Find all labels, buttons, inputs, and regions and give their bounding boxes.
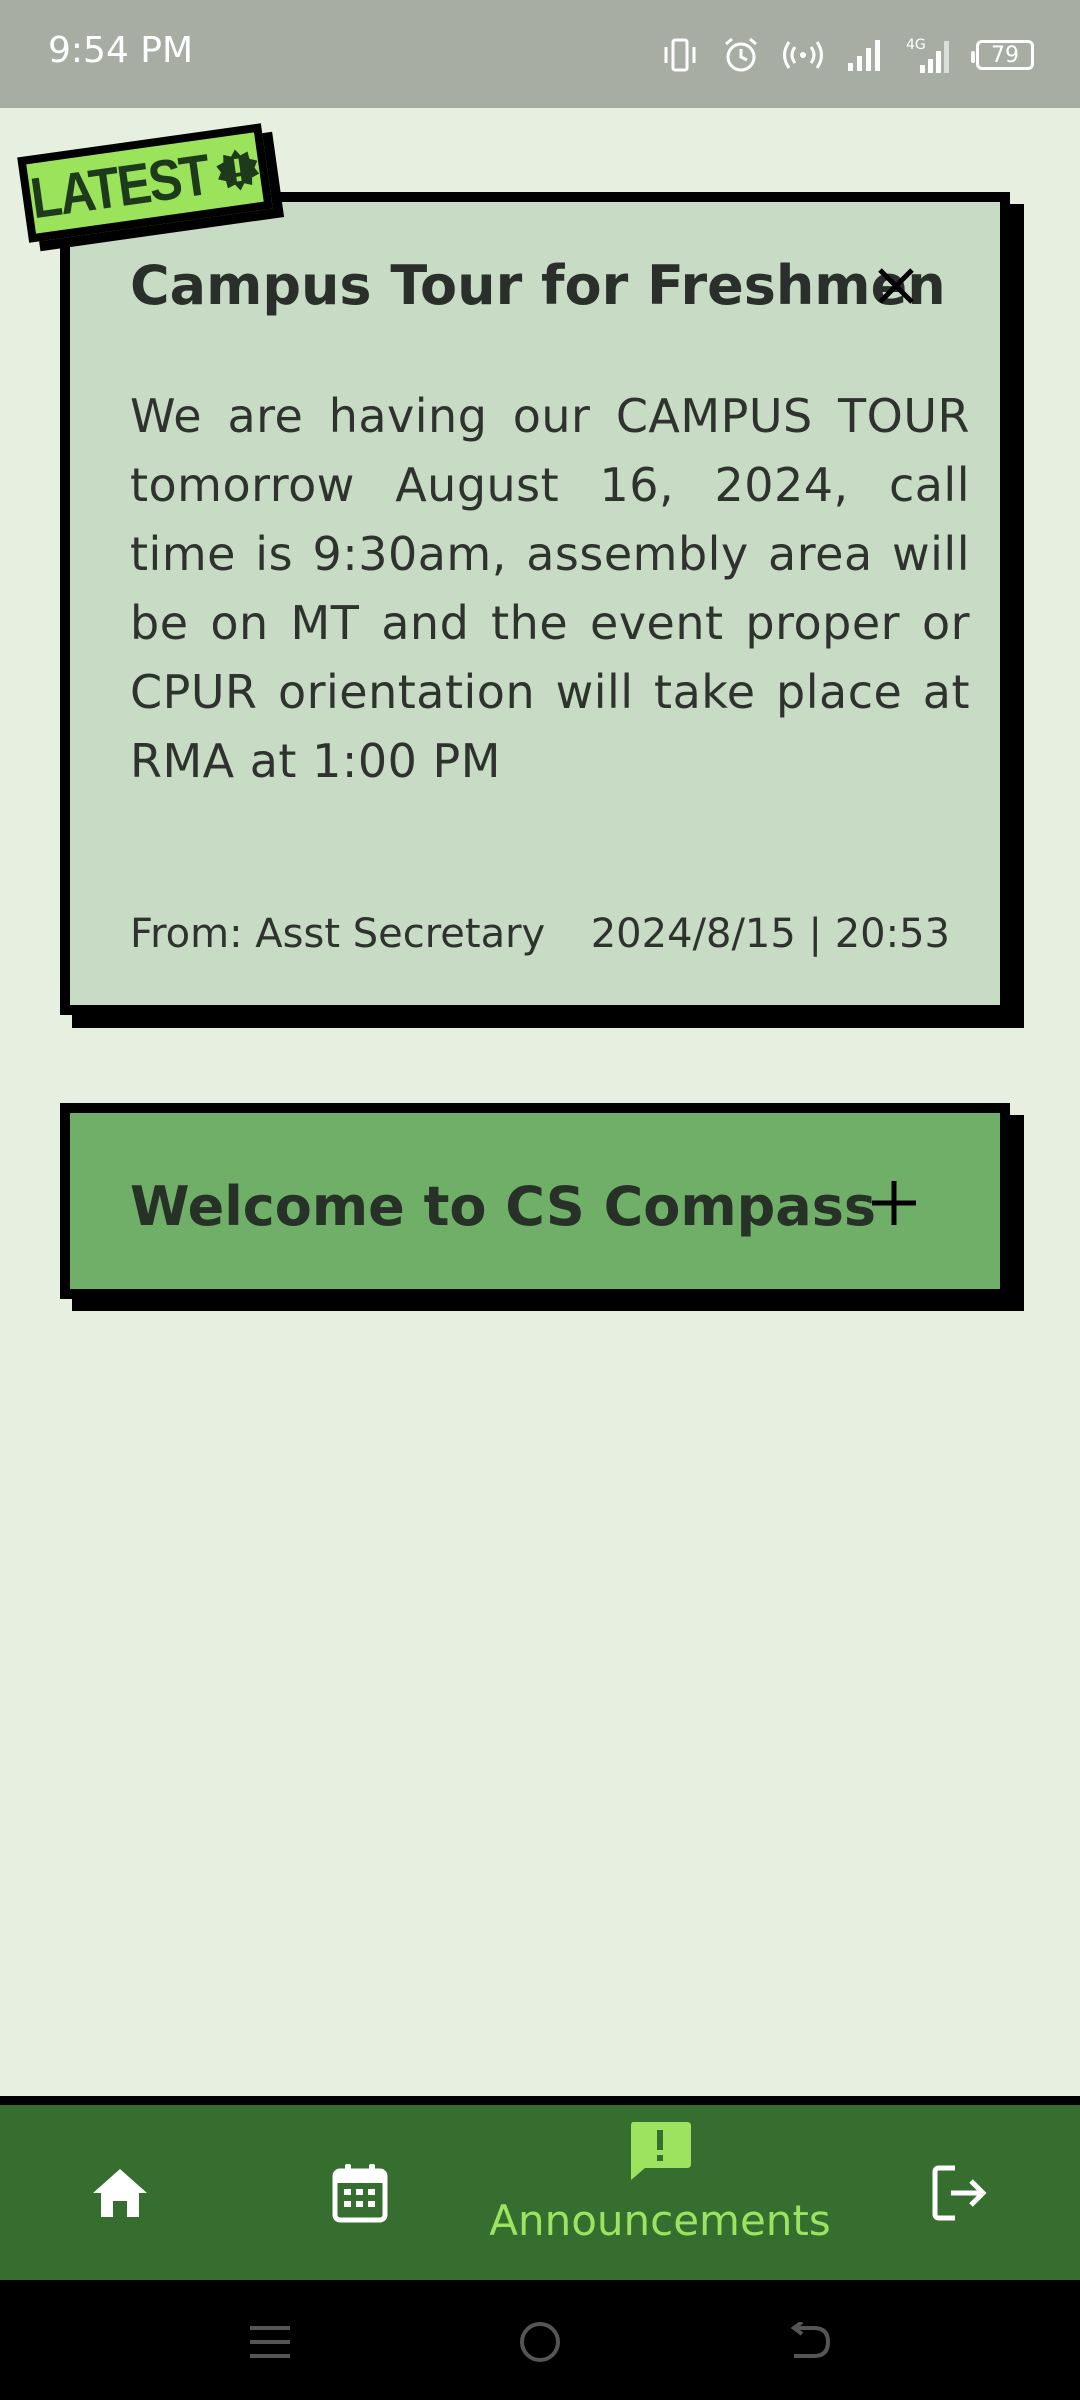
nav-home[interactable]: [70, 2105, 170, 2280]
vibrate-icon: [664, 38, 696, 72]
back-button[interactable]: [780, 2312, 840, 2372]
bottom-navigation: Announcements: [0, 2096, 1080, 2280]
status-bar: 9:54 PM 4G 79: [0, 0, 1080, 108]
home-icon: [93, 2168, 147, 2217]
latest-badge-label: LATEST: [26, 142, 213, 231]
announcement-icon: [631, 2122, 691, 2180]
close-icon: [878, 268, 914, 304]
nav-calendar[interactable]: [310, 2105, 410, 2280]
hotspot-icon: [783, 41, 823, 69]
announcement-datetime: 2024/8/15 | 20:53: [590, 911, 950, 957]
announcement-title: Campus Tour for Freshmen: [130, 254, 946, 317]
announcement-card-collapsed[interactable]: Welcome to CS Compass: [60, 1103, 1010, 1299]
system-navigation-bar: [0, 2280, 1080, 2400]
logout-icon: [932, 2165, 987, 2220]
menu-icon: [250, 2326, 290, 2358]
battery-level: 79: [991, 42, 1019, 68]
expand-button[interactable]: [864, 1173, 924, 1233]
alert-badge-icon: [216, 149, 259, 191]
status-icons: 4G 79: [660, 30, 1034, 80]
calendar-icon: [332, 2163, 388, 2222]
close-button[interactable]: [868, 258, 924, 314]
announcement-body: We are having our CAMPUS TOUR tomorrow A…: [130, 389, 970, 788]
announcement-title: Welcome to CS Compass: [130, 1175, 876, 1238]
nav-announcements-label: Announcements: [489, 2196, 831, 2245]
announcement-card-expanded: Campus Tour for Freshmen We are having o…: [60, 192, 1010, 1015]
signal-icon: [848, 40, 880, 71]
svg-text:4G: 4G: [906, 37, 926, 53]
back-icon: [790, 2322, 831, 2358]
home-system-button[interactable]: [510, 2312, 570, 2372]
nav-logout[interactable]: [910, 2105, 1010, 2280]
battery-indicator: 79: [971, 40, 1034, 70]
announcement-sender: From: Asst Secretary: [130, 911, 546, 957]
nav-announcements[interactable]: Announcements: [480, 2095, 840, 2270]
menu-button[interactable]: [240, 2312, 300, 2372]
circle-home-icon: [520, 2322, 560, 2362]
status-time: 9:54 PM: [48, 30, 194, 71]
signal-4g-icon: 4G: [906, 37, 949, 73]
alarm-icon: [725, 37, 757, 72]
plus-icon: [872, 1181, 916, 1225]
